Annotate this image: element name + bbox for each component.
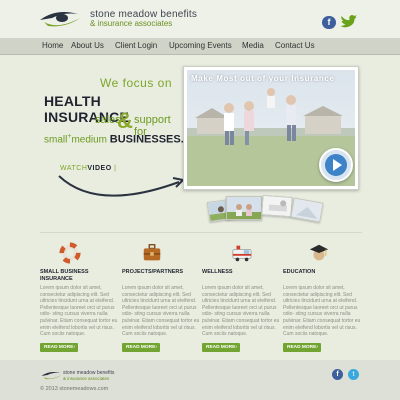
thumbnail-2-image (227, 197, 261, 219)
thumbnail-3-image (262, 196, 293, 218)
copyright-text: © 2013 stonemeadows.com (40, 386, 109, 392)
logo-icon[interactable] (38, 6, 84, 30)
read-more-label: READ MORE (206, 345, 236, 350)
twitter-bird-icon[interactable] (340, 14, 357, 28)
footer-facebook-icon[interactable]: f (332, 369, 343, 380)
tagline-small: small (44, 134, 68, 146)
thumbnail-2[interactable] (226, 196, 262, 220)
brand-name-line1: stone meadow benefits (90, 9, 198, 20)
read-more-button[interactable]: READ MORE › (122, 343, 160, 352)
video-player[interactable]: Make Most out of your Insurance (183, 66, 359, 190)
read-more-button[interactable]: READ MORE › (202, 343, 240, 352)
nav-home[interactable]: Home (42, 41, 63, 50)
tagline-medium: medium (71, 134, 108, 146)
feature-body: Lorem ipsum dolor sit amet, consectetur … (40, 285, 118, 338)
hero-tagline: We focus on HEALTH INSURANCE sales & sup… (0, 56, 186, 216)
feature-body: Lorem ipsum dolor sit amet, consectetur … (122, 285, 200, 338)
footer-logo-icon[interactable] (40, 369, 64, 381)
feature-body: Lorem ipsum dolor sit amet, consectetur … (283, 285, 361, 338)
feature-title: EDUCATION (283, 269, 316, 275)
ambulance-icon (232, 245, 252, 262)
nav-contact-us[interactable]: Contact Us (275, 41, 315, 50)
footer-brand-line2: & insurance associates (63, 376, 110, 381)
chevron-right-icon: › (235, 345, 237, 350)
read-more-label: READ MORE (287, 345, 317, 350)
thumbnail-4[interactable] (290, 197, 324, 223)
feature-title: PROJECTS/PARTNERS (122, 269, 184, 275)
thumbnail-4-image (291, 198, 324, 223)
nav-client-login[interactable]: Client Login (115, 41, 157, 50)
nav-about-us[interactable]: About Us (71, 41, 104, 50)
read-more-button[interactable]: READ MORE › (40, 343, 78, 352)
read-more-label: READ MORE (44, 345, 74, 350)
thumbnail-3[interactable] (261, 194, 293, 218)
brand-name-line2: & insurance associates (90, 19, 173, 28)
tagline-ampersand: & (117, 108, 133, 133)
feature-body: Lorem ipsum dolor sit amet, consectetur … (202, 285, 280, 338)
chevron-right-icon: › (316, 345, 318, 350)
tagline-focus: We focus on (100, 76, 172, 90)
family-photo: Make Most out of your Insurance (187, 70, 355, 186)
lifebuoy-icon (59, 242, 81, 264)
video-caption: Make Most out of your Insurance (191, 74, 335, 83)
read-more-button[interactable]: READ MORE › (283, 343, 321, 352)
nav-upcoming-events[interactable]: Upcoming Events (169, 41, 232, 50)
footer: stone meadow benefits & insurance associ… (0, 360, 400, 400)
section-divider (40, 232, 362, 233)
tagline-businesses: small+medium BUSINESSES. (44, 133, 184, 145)
play-icon (325, 154, 347, 176)
facebook-icon[interactable]: f (322, 16, 336, 29)
curved-arrow-icon (58, 175, 186, 197)
nav-media[interactable]: Media (242, 41, 264, 50)
feature-title: SMALL BUSINESS INSURANCE (40, 269, 89, 282)
chevron-right-icon: › (155, 345, 157, 350)
graduation-cap-icon (309, 244, 329, 261)
chevron-right-icon: › (73, 345, 75, 350)
briefcase-icon (143, 244, 161, 261)
read-more-label: READ MORE (126, 345, 156, 350)
footer-twitter-icon[interactable]: t (348, 369, 359, 380)
main-nav: Home About Us Client Login Upcoming Even… (0, 38, 400, 55)
tagline-businesses-word: BUSINESSES. (109, 133, 184, 146)
brand-name[interactable]: stone meadow benefits & insurance associ… (90, 9, 198, 29)
feature-title: WELLNESS (202, 269, 233, 275)
header: stone meadow benefits & insurance associ… (0, 0, 400, 38)
play-button[interactable] (319, 148, 353, 182)
